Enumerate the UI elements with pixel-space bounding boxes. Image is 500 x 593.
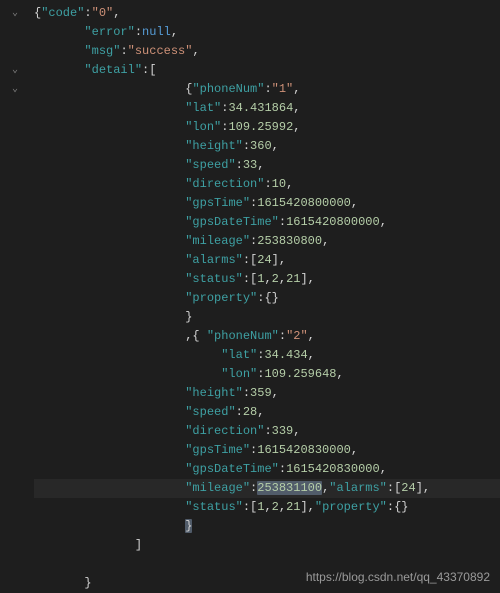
code-line[interactable]: "msg":"success", <box>34 42 500 61</box>
code-line[interactable]: "speed":28, <box>34 403 500 422</box>
code-line[interactable]: "lon":109.25992, <box>34 118 500 137</box>
code-line[interactable]: "status":[1,2,21],"property":{} <box>34 498 500 517</box>
code-line[interactable]: "property":{} <box>34 289 500 308</box>
code-line[interactable]: ] <box>34 536 500 555</box>
code-line[interactable]: "direction":339, <box>34 422 500 441</box>
code-line[interactable]: "lon":109.259648, <box>34 365 500 384</box>
code-line[interactable]: "error":null, <box>34 23 500 42</box>
code-line[interactable]: } <box>34 517 500 536</box>
fold-icon[interactable]: ⌄ <box>0 4 30 23</box>
code-line[interactable]: "speed":33, <box>34 156 500 175</box>
code-line[interactable]: "lat":34.434, <box>34 346 500 365</box>
selection: 253831100 <box>257 481 322 495</box>
code-line[interactable]: {"phoneNum":"1", <box>34 80 500 99</box>
watermark: https://blog.csdn.net/qq_43370892 <box>306 568 490 587</box>
code-line[interactable]: "height":359, <box>34 384 500 403</box>
fold-gutter: ⌄ ⌄ ⌄ <box>0 4 30 593</box>
code-line[interactable]: "gpsDateTime":1615420830000, <box>34 460 500 479</box>
code-line[interactable]: {"code":"0", <box>34 4 500 23</box>
fold-icon[interactable]: ⌄ <box>0 80 30 99</box>
code-line[interactable]: "lat":34.431864, <box>34 99 500 118</box>
fold-icon[interactable]: ⌄ <box>0 61 30 80</box>
code-line[interactable]: "detail":[ <box>34 61 500 80</box>
bracket-match: } <box>185 519 192 533</box>
code-line[interactable]: } <box>34 308 500 327</box>
code-line[interactable]: "gpsTime":1615420830000, <box>34 441 500 460</box>
code-line[interactable]: "gpsTime":1615420800000, <box>34 194 500 213</box>
code-line[interactable]: "status":[1,2,21], <box>34 270 500 289</box>
code-editor: ⌄ ⌄ ⌄ {"code":"0", "error":null, "msg":"… <box>0 0 500 593</box>
code-line[interactable]: "alarms":[24], <box>34 251 500 270</box>
code-line[interactable]: "direction":10, <box>34 175 500 194</box>
code-line[interactable]: ,{ "phoneNum":"2", <box>34 327 500 346</box>
code-line[interactable]: "mileage":253831100,"alarms":[24], <box>34 479 500 498</box>
code-line[interactable]: "mileage":253830800, <box>34 232 500 251</box>
code-line[interactable]: "height":360, <box>34 137 500 156</box>
code-line[interactable]: "gpsDateTime":1615420800000, <box>34 213 500 232</box>
